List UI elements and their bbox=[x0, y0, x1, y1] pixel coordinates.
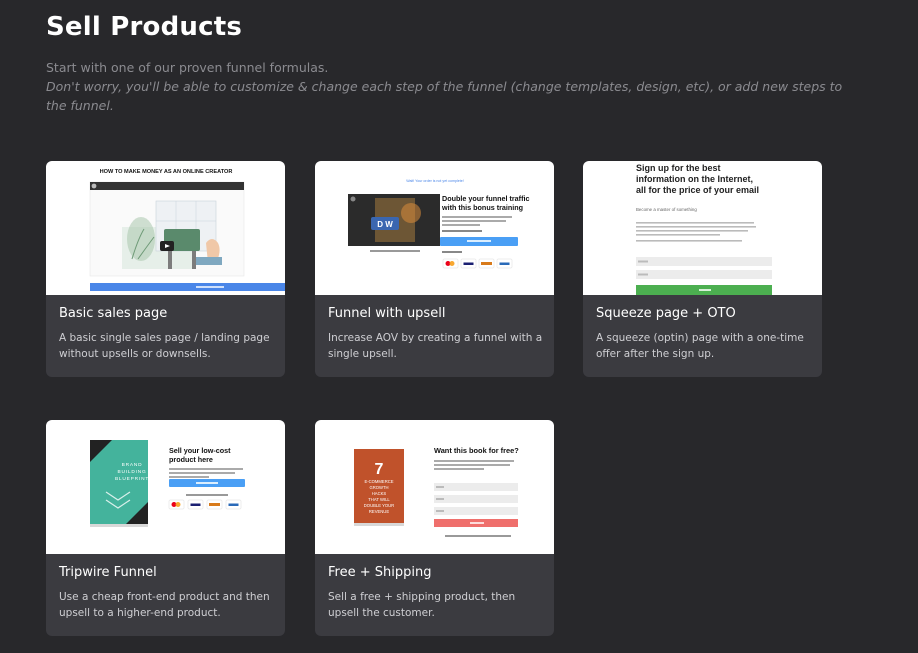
thumb-book-line-1: E-COMMERCE bbox=[364, 479, 393, 484]
thumb-top-link: Wait! Your order is not yet complete! bbox=[406, 179, 464, 183]
template-thumbnail: Wait! Your order is not yet complete! D … bbox=[315, 161, 554, 295]
thumb-headline-2: product here bbox=[169, 455, 213, 464]
template-thumbnail: HOW TO MAKE MONEY AS AN ONLINE CREATOR bbox=[46, 161, 285, 295]
thumb-subhead: Become a master of something bbox=[636, 207, 697, 212]
card-description: A basic single sales page / landing page… bbox=[59, 332, 270, 360]
thumb-book-line-1: BRAND bbox=[122, 462, 143, 468]
template-thumbnail: BRAND BUILDING BLUEPRINT Sell your low-c… bbox=[46, 420, 285, 554]
card-title: Tripwire Funnel bbox=[59, 565, 157, 580]
template-card-basic-sales-page[interactable]: HOW TO MAKE MONEY AS AN ONLINE CREATOR B… bbox=[46, 161, 285, 377]
page-subtitle: Start with one of our proven funnel form… bbox=[46, 58, 856, 115]
template-thumbnail: Sign up for the best information on the … bbox=[583, 161, 822, 295]
thumb-headline-2: information on the Internet, bbox=[636, 174, 753, 184]
thumb-book-line-2: BUILDING bbox=[117, 469, 146, 475]
thumb-book-line-2: GROWTH bbox=[369, 485, 388, 490]
template-card-free-shipping[interactable]: 7 E-COMMERCE GROWTH HACKS THAT WILL DOUB… bbox=[315, 420, 554, 636]
thumb-video-text: D W bbox=[377, 220, 393, 229]
page-title: Sell Products bbox=[46, 12, 243, 42]
thumb-headline: HOW TO MAKE MONEY AS AN ONLINE CREATOR bbox=[100, 169, 233, 175]
thumb-book-line-3: HACKS bbox=[372, 491, 387, 496]
template-card-tripwire-funnel[interactable]: BRAND BUILDING BLUEPRINT Sell your low-c… bbox=[46, 420, 285, 636]
thumb-headline-3: all for the price of your email bbox=[636, 185, 759, 195]
template-card-funnel-with-upsell[interactable]: Wait! Your order is not yet complete! D … bbox=[315, 161, 554, 377]
thumb-headline: Want this book for free? bbox=[434, 446, 519, 455]
card-description: A squeeze (optin) page with a one-time o… bbox=[596, 332, 804, 360]
thumb-book-number: 7 bbox=[375, 461, 384, 478]
thumb-headline-1: Sell your low-cost bbox=[169, 446, 231, 455]
thumb-headline-2: with this bonus training bbox=[441, 203, 523, 212]
card-title: Funnel with upsell bbox=[328, 306, 446, 321]
thumb-headline-1: Double your funnel traffic bbox=[442, 194, 529, 203]
subtitle-line-1: Start with one of our proven funnel form… bbox=[46, 60, 329, 75]
card-title: Squeeze page + OTO bbox=[596, 306, 736, 321]
thumb-book-line-3: BLUEPRINT bbox=[115, 476, 149, 482]
card-title: Basic sales page bbox=[59, 306, 168, 321]
card-title: Free + Shipping bbox=[328, 565, 432, 580]
card-description: Use a cheap front-end product and then u… bbox=[59, 591, 270, 619]
thumb-headline-1: Sign up for the best bbox=[636, 163, 721, 173]
template-card-squeeze-page-oto[interactable]: Sign up for the best information on the … bbox=[583, 161, 822, 377]
thumb-book-line-5: DOUBLE YOUR bbox=[364, 503, 394, 508]
card-description: Increase AOV by creating a funnel with a… bbox=[328, 332, 543, 360]
subtitle-line-2: Don't worry, you'll be able to customize… bbox=[46, 79, 843, 113]
thumb-book-line-4: THAT WILL bbox=[368, 497, 390, 502]
thumb-book-line-6: REVENUE bbox=[369, 509, 389, 514]
card-description: Sell a free + shipping product, then ups… bbox=[328, 591, 516, 619]
template-thumbnail: 7 E-COMMERCE GROWTH HACKS THAT WILL DOUB… bbox=[315, 420, 554, 554]
